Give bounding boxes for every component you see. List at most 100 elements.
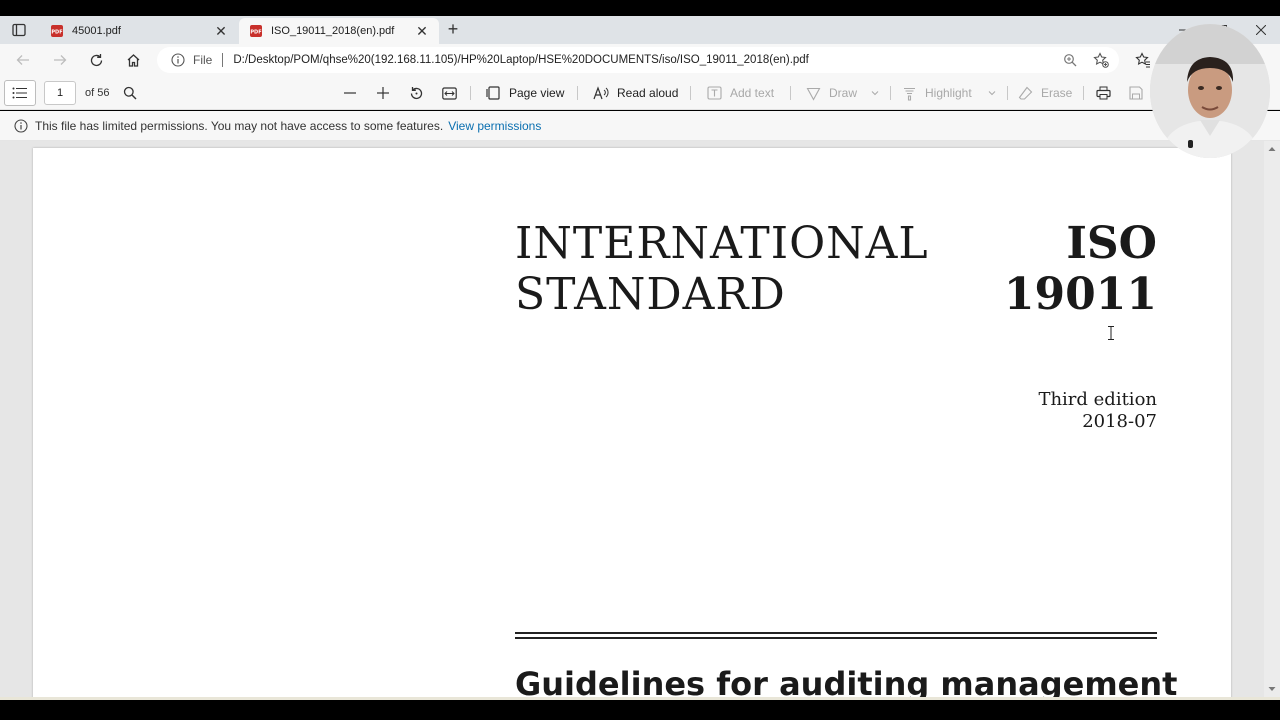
edition-text: Third edition — [1038, 389, 1157, 410]
close-tab-icon[interactable]: ✕ — [214, 23, 228, 39]
pdf-page[interactable]: INTERNATIONAL STANDARD ISO 19011 Third e… — [33, 148, 1231, 697]
address-separator — [222, 53, 224, 67]
print-icon — [1096, 86, 1111, 100]
address-field[interactable]: File D:/Desktop/POM/qhse%20(192.168.11.1… — [157, 47, 1119, 73]
zoom-in-button[interactable] — [376, 84, 390, 102]
forward-arrow-icon — [54, 55, 67, 65]
erase-label: Erase — [1041, 86, 1073, 100]
tab-actions-icon — [12, 23, 26, 37]
toolbar-separator — [1083, 86, 1084, 100]
tab-iso-19011[interactable]: PDF ISO_19011_2018(en).pdf ✕ — [239, 18, 439, 44]
back-arrow-icon — [16, 55, 29, 65]
close-tab-icon[interactable]: ✕ — [415, 23, 429, 39]
erase-button[interactable]: Erase — [1018, 84, 1072, 102]
read-aloud-label: Read aloud — [617, 86, 679, 100]
add-text-icon — [707, 86, 722, 100]
edition-date: 2018-07 — [1082, 411, 1157, 432]
bottom-tint — [0, 697, 1280, 700]
zoom-button[interactable] — [1060, 50, 1080, 70]
print-button[interactable] — [1096, 84, 1111, 102]
favorites-icon — [1135, 52, 1150, 68]
fit-to-width-button[interactable] — [442, 84, 457, 102]
tab-title: ISO_19011_2018(en).pdf — [271, 25, 395, 37]
page-number-input[interactable]: 1 — [44, 81, 76, 105]
document-edition-block: Third edition 2018-07 — [1038, 389, 1157, 433]
tab-strip: PDF 45001.pdf ✕ PDF ISO_19011_2018(en).p… — [0, 16, 1280, 44]
view-permissions-link[interactable]: View permissions — [448, 119, 541, 133]
vertical-scrollbar[interactable] — [1264, 141, 1280, 697]
home-button[interactable] — [122, 50, 144, 70]
toolbar-separator — [577, 86, 578, 100]
tab-45001[interactable]: PDF 45001.pdf ✕ — [40, 18, 238, 44]
webcam-overlay — [1150, 24, 1270, 158]
save-icon — [1129, 86, 1143, 100]
page-view-label: Page view — [509, 86, 565, 100]
save-button[interactable] — [1129, 84, 1143, 102]
zoom-icon — [1064, 54, 1077, 67]
tab-title: 45001.pdf — [72, 25, 121, 37]
highlight-label: Highlight — [925, 86, 972, 100]
close-icon — [1256, 25, 1266, 35]
add-text-label: Add text — [730, 86, 775, 100]
zoom-out-button[interactable] — [343, 84, 357, 102]
add-favorite-button[interactable] — [1091, 50, 1111, 70]
scroll-up-icon[interactable] — [1268, 145, 1276, 153]
search-icon — [123, 86, 137, 100]
fit-width-icon — [442, 86, 457, 100]
svg-text:PDF: PDF — [250, 30, 261, 36]
double-rule — [515, 632, 1157, 639]
back-button[interactable] — [12, 50, 34, 70]
document-title-left: INTERNATIONAL STANDARD — [515, 218, 929, 320]
draw-label: Draw — [829, 86, 858, 100]
permissions-message: This file has limited permissions. You m… — [35, 118, 444, 133]
chevron-down-icon[interactable] — [871, 90, 879, 96]
svg-text:PDF: PDF — [51, 30, 62, 36]
draw-button[interactable]: Draw — [806, 84, 879, 102]
screen-bottom-band — [0, 697, 1280, 720]
pdf-toolbar: 1 of 56 Page view Read aloud Add text Dr… — [0, 76, 1280, 110]
chevron-down-icon[interactable] — [988, 90, 996, 96]
eraser-icon — [1018, 86, 1033, 100]
document-subtitle: Guidelines for auditing management — [515, 665, 1178, 697]
toolbar-separator — [1007, 86, 1008, 100]
pdf-file-icon: PDF — [250, 25, 262, 37]
home-icon — [127, 53, 139, 67]
info-icon — [14, 118, 28, 133]
minus-icon — [344, 92, 356, 94]
text-cursor-icon — [1108, 326, 1114, 340]
close-window-button[interactable] — [1251, 20, 1271, 40]
info-icon[interactable] — [171, 53, 185, 67]
scroll-down-icon[interactable] — [1268, 685, 1276, 693]
screen-top-band — [0, 0, 1280, 16]
document-title-right: ISO 19011 — [1003, 218, 1157, 320]
toolbar-separator — [890, 86, 891, 100]
plus-icon — [377, 87, 389, 99]
table-of-contents-button[interactable] — [4, 80, 36, 106]
site-scheme-label: File — [193, 53, 213, 67]
address-bar-row: File D:/Desktop/POM/qhse%20(192.168.11.1… — [0, 44, 1280, 76]
url-text[interactable]: D:/Desktop/POM/qhse%20(192.168.11.105)/H… — [233, 54, 809, 66]
highlighter-icon — [904, 87, 915, 101]
highlight-button[interactable]: Highlight — [902, 84, 996, 102]
toolbar-separator — [790, 86, 791, 100]
presenter-avatar-icon — [1150, 24, 1270, 158]
new-tab-button[interactable]: + — [444, 20, 462, 39]
toolbar-separator — [690, 86, 691, 100]
forward-button[interactable] — [49, 50, 71, 70]
read-aloud-icon — [593, 86, 609, 100]
list-icon — [12, 87, 27, 99]
page-view-button[interactable]: Page view — [486, 84, 564, 102]
pdf-viewer[interactable]: INTERNATIONAL STANDARD ISO 19011 Third e… — [0, 141, 1280, 697]
rotate-button[interactable] — [409, 84, 424, 102]
page-view-icon — [486, 86, 500, 100]
refresh-button[interactable] — [85, 50, 107, 70]
pdf-file-icon: PDF — [51, 25, 63, 37]
find-button[interactable] — [123, 84, 137, 102]
tab-actions-button[interactable] — [9, 21, 29, 39]
favorites-button[interactable] — [1133, 50, 1153, 70]
read-aloud-button[interactable]: Read aloud — [593, 84, 678, 102]
refresh-icon — [90, 53, 102, 66]
add-text-button[interactable]: Add text — [707, 84, 774, 102]
draw-pen-icon — [806, 87, 821, 101]
toolbar-separator — [470, 86, 471, 100]
